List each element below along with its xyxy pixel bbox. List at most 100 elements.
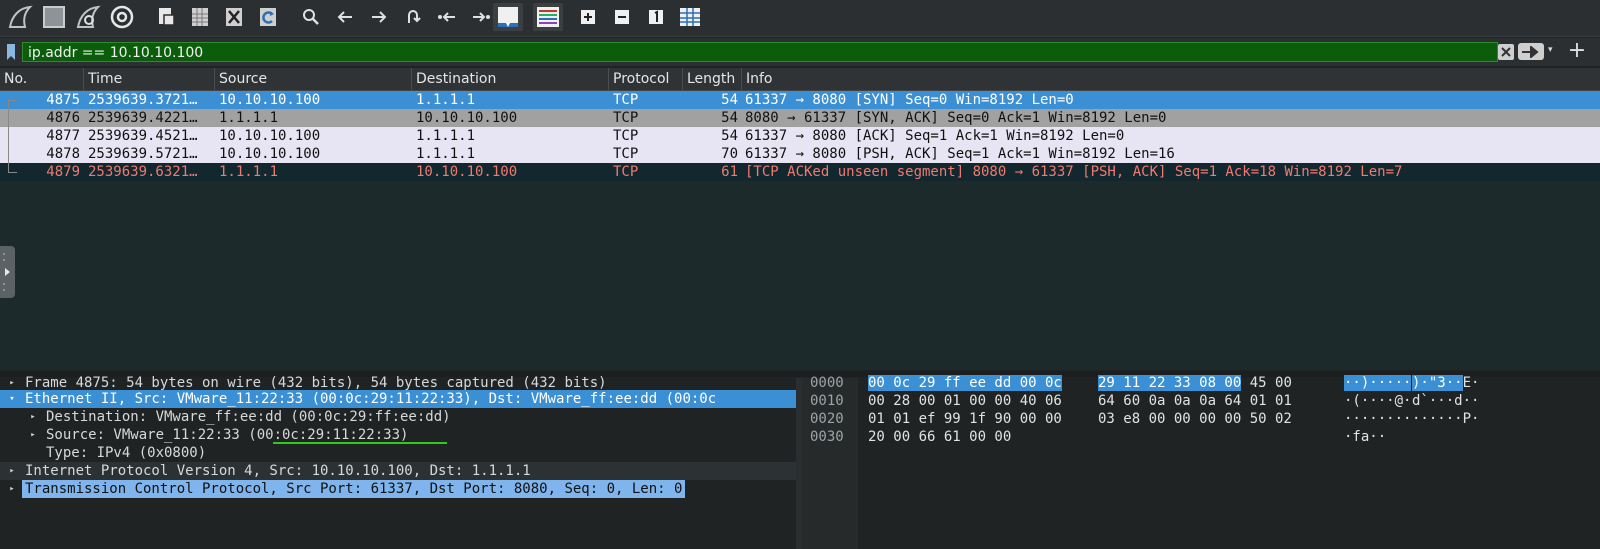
stop-icon[interactable]: [40, 3, 68, 31]
colorize-icon[interactable]: [533, 3, 563, 31]
hex-bytes-left[interactable]: 00 28 00 01 00 00 40 06: [868, 392, 1062, 410]
packet-time: 2539639.6321…: [88, 164, 198, 180]
packet-number: 4879: [46, 164, 80, 180]
reload-icon[interactable]: [254, 3, 282, 31]
packet-protocol: TCP: [613, 128, 639, 144]
detail-text: Transmission Control Protocol, Src Port:…: [22, 480, 686, 498]
packet-time: 2539639.4521…: [88, 128, 198, 144]
ascii-left[interactable]: ·(····@·: [1344, 392, 1411, 410]
byte-offset: 0020: [810, 411, 844, 427]
zoom-in-icon[interactable]: [574, 3, 602, 31]
packet-source: 10.10.10.100: [219, 128, 321, 144]
ascii-right[interactable]: d`···d··: [1412, 392, 1479, 410]
packet-source: 10.10.10.100: [219, 146, 321, 162]
expand-arrow-icon[interactable]: ▸: [6, 480, 18, 498]
packet-info: 61337 → 8080 [PSH, ACK] Seq=1 Ack=1 Win=…: [745, 146, 1175, 162]
shark-fin-icon[interactable]: [6, 3, 34, 31]
ascii-right[interactable]: )·"3··E·: [1412, 374, 1479, 392]
packet-destination: 10.10.10.100: [416, 110, 518, 126]
column-header-no[interactable]: No.: [0, 68, 84, 90]
hex-bytes-right[interactable]: 03 e8 00 00 00 00 50 02: [1098, 410, 1292, 428]
clear-filter-icon[interactable]: [1498, 44, 1514, 60]
packet-row[interactable]: 4875 2539639.3721… 10.10.10.100 1.1.1.1 …: [0, 91, 1600, 110]
packet-info: 8080 → 61337 [SYN, ACK] Seq=0 Ack=1 Win=…: [745, 110, 1167, 126]
open-file-icon[interactable]: [152, 3, 180, 31]
column-header-length[interactable]: Length: [683, 68, 742, 90]
packet-number: 4877: [46, 128, 80, 144]
expand-arrow-icon[interactable]: ▸: [27, 408, 39, 426]
apply-filter-icon[interactable]: [1518, 43, 1544, 60]
detail-row-type[interactable]: Type: IPv4 (0x0800): [0, 444, 796, 462]
autoscroll-icon[interactable]: [493, 3, 523, 31]
column-header-destination[interactable]: Destination: [412, 68, 609, 90]
filter-bookmark-icon[interactable]: [4, 43, 18, 61]
last-packet-icon[interactable]: [467, 3, 495, 31]
forward-arrow-icon[interactable]: [365, 3, 393, 31]
back-arrow-icon[interactable]: [331, 3, 359, 31]
hex-bytes-right[interactable]: 29 11 22 33 08 00 45 00: [1098, 374, 1292, 392]
first-packet-icon[interactable]: [433, 3, 461, 31]
byte-offset: 0000: [810, 375, 844, 391]
packet-number: 4878: [46, 146, 80, 162]
detail-text: Ethernet II, Src: VMware_11:22:33 (00:0c…: [25, 391, 717, 407]
packet-destination: 1.1.1.1: [416, 146, 476, 162]
packet-bytes: 0000 00 0c 29 ff ee dd 00 0c 29 11 22 33…: [802, 375, 1600, 549]
detail-row-source[interactable]: ▸ Source: VMware_11:22:33 (00:0c:29:11:2…: [0, 426, 796, 444]
collapse-arrow-icon[interactable]: ▾: [6, 390, 18, 408]
close-file-icon[interactable]: [220, 3, 248, 31]
packet-number: 4875: [46, 92, 80, 108]
packet-destination: 1.1.1.1: [416, 128, 476, 144]
packet-row[interactable]: 4878 2539639.5721… 10.10.10.100 1.1.1.1 …: [0, 145, 1600, 163]
column-header-info[interactable]: Info: [742, 68, 1600, 90]
detail-text: Internet Protocol Version 4, Src: 10.10.…: [25, 463, 531, 479]
hex-bytes-left[interactable]: 00 0c 29 ff ee dd 00 0c: [868, 374, 1062, 392]
column-header-protocol[interactable]: Protocol: [609, 68, 683, 90]
packet-row[interactable]: 4876 2539639.4221… 1.1.1.1 10.10.10.100 …: [0, 109, 1600, 127]
options-gear-icon[interactable]: [108, 3, 136, 31]
hex-bytes-left[interactable]: 20 00 66 61 00 00: [868, 428, 1011, 446]
save-file-icon[interactable]: [186, 3, 214, 31]
packet-length: 54: [721, 92, 738, 108]
hex-bytes-right[interactable]: 64 60 0a 0a 0a 64 01 01: [1098, 392, 1292, 410]
ascii-right[interactable]: ······P·: [1412, 410, 1479, 428]
packet-row[interactable]: 4879 2539639.6321… 1.1.1.1 10.10.10.100 …: [0, 163, 1600, 181]
byte-offset: 0030: [810, 429, 844, 445]
restart-icon[interactable]: [74, 3, 102, 31]
packet-destination: 1.1.1.1: [416, 92, 476, 108]
packet-protocol: TCP: [613, 146, 639, 162]
ascii-left[interactable]: ·fa··: [1344, 428, 1386, 446]
zoom-out-icon[interactable]: [608, 3, 636, 31]
search-icon[interactable]: [297, 3, 325, 31]
packet-protocol: TCP: [613, 92, 639, 108]
packet-row[interactable]: 4877 2539639.4521… 10.10.10.100 1.1.1.1 …: [0, 127, 1600, 145]
packet-source: 1.1.1.1: [219, 164, 279, 180]
packet-info: [TCP ACKed unseen segment] 8080 → 61337 …: [745, 164, 1403, 180]
column-header-time[interactable]: Time: [84, 68, 215, 90]
expand-arrow-icon[interactable]: ▸: [27, 426, 39, 444]
display-filter-input[interactable]: ip.addr == 10.10.10.100: [22, 42, 1498, 62]
packet-time: 2539639.3721…: [88, 92, 198, 108]
detail-row-tcp[interactable]: ▸ Transmission Control Protocol, Src Por…: [0, 480, 796, 498]
recent-filters-dropdown[interactable]: ▾: [1548, 45, 1558, 59]
add-filter-button[interactable]: +: [1566, 40, 1588, 62]
detail-text: Destination: VMware_ff:ee:dd (00:0c:29:f…: [46, 409, 451, 425]
packet-protocol: TCP: [613, 110, 639, 126]
packet-destination: 10.10.10.100: [416, 164, 518, 180]
packet-source: 10.10.10.100: [219, 92, 321, 108]
column-header-source[interactable]: Source: [215, 68, 412, 90]
packet-protocol: TCP: [613, 164, 639, 180]
packet-length: 54: [721, 128, 738, 144]
go-to-packet-icon[interactable]: [399, 3, 427, 31]
resize-columns-icon[interactable]: [676, 3, 704, 31]
packet-time: 2539639.4221…: [88, 110, 198, 126]
packet-info: 61337 → 8080 [SYN] Seq=0 Win=8192 Len=0: [745, 92, 1074, 108]
hex-bytes-left[interactable]: 01 01 ef 99 1f 90 00 00: [868, 410, 1062, 428]
ascii-left[interactable]: ··)·····: [1344, 374, 1412, 392]
detail-row-ethernet[interactable]: ▾ Ethernet II, Src: VMware_11:22:33 (00:…: [0, 390, 796, 408]
ascii-left[interactable]: ········: [1344, 410, 1411, 428]
expand-arrow-icon[interactable]: ▸: [6, 462, 18, 480]
detail-row-destination[interactable]: ▸ Destination: VMware_ff:ee:dd (00:0c:29…: [0, 408, 796, 426]
normal-size-icon[interactable]: [642, 3, 670, 31]
sidebar-handle[interactable]: [0, 246, 15, 298]
detail-row-ipv4[interactable]: ▸ Internet Protocol Version 4, Src: 10.1…: [0, 462, 796, 480]
